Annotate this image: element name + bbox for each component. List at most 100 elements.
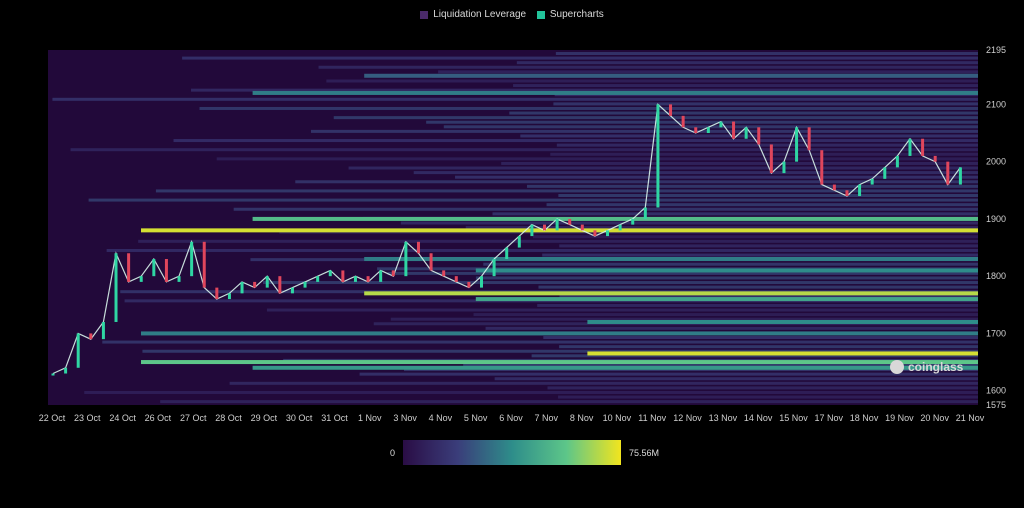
price-candle	[757, 127, 761, 145]
x-tick-label: 20 Nov	[920, 413, 949, 423]
heat-row	[138, 239, 979, 243]
heat-row	[473, 313, 978, 317]
heat-row	[400, 221, 978, 225]
price-candle	[227, 293, 231, 300]
price-candle	[706, 127, 710, 134]
heat-row	[295, 180, 978, 184]
price-candle	[101, 321, 105, 340]
liquidation-band	[141, 228, 978, 233]
x-tick-label: 14 Nov	[744, 413, 773, 423]
heat-row	[485, 326, 978, 330]
x-tick-label: 19 Nov	[885, 413, 914, 423]
heat-row	[543, 336, 978, 340]
heat-row	[559, 244, 978, 248]
heat-row	[455, 175, 978, 179]
price-candle	[580, 224, 584, 231]
price-candle	[215, 287, 219, 300]
price-candle	[694, 127, 698, 134]
heat-row	[537, 303, 978, 307]
x-tick-label: 23 Oct	[74, 413, 101, 423]
price-candle	[341, 270, 345, 282]
heat-row	[533, 235, 978, 239]
price-candle	[656, 104, 660, 208]
price-candle	[832, 184, 836, 191]
heat-row	[547, 386, 978, 390]
price-candle	[870, 178, 874, 185]
liquidation-heatmap-chart: 2195 2100 2000 1900 1800 1700 1600 1575 22 Oct 23…	[39, 45, 1006, 423]
price-candle	[492, 258, 496, 277]
price-candle	[202, 241, 206, 288]
heat-row	[483, 262, 978, 266]
heat-row	[546, 203, 978, 207]
price-candle	[631, 218, 635, 225]
x-tick-label: 7 Nov	[535, 413, 559, 423]
heat-row	[326, 79, 978, 83]
liquidation-band	[141, 331, 978, 336]
liquidation-band	[475, 297, 978, 302]
x-tick-label: 4 Nov	[429, 413, 453, 423]
x-tick-label: 5 Nov	[464, 413, 488, 423]
heat-row	[542, 253, 978, 257]
heat-row	[558, 194, 978, 198]
price-candle	[76, 333, 80, 368]
price-candle	[958, 167, 962, 185]
heat-row	[538, 285, 978, 289]
price-candle	[807, 127, 811, 151]
price-candle	[946, 161, 950, 185]
price-candle	[303, 281, 307, 288]
price-candle	[454, 276, 458, 282]
heat-row	[262, 281, 979, 285]
price-candle	[795, 127, 799, 162]
heat-row	[155, 189, 978, 193]
y-tick-label: 2000	[986, 157, 1006, 167]
heat-row	[216, 157, 978, 161]
x-tick-label: 21 Nov	[956, 413, 985, 423]
heat-row	[266, 308, 978, 312]
price-candle	[240, 281, 244, 294]
price-candle	[253, 281, 257, 288]
price-candle	[442, 270, 446, 277]
price-candle	[89, 333, 93, 340]
price-candle	[505, 247, 509, 259]
price-candle	[177, 276, 181, 282]
heat-row	[229, 381, 978, 385]
x-tick-label: 18 Nov	[850, 413, 879, 423]
price-candle	[820, 150, 824, 185]
x-tick-label: 3 Nov	[393, 413, 417, 423]
price-candle	[568, 218, 572, 225]
heat-row	[318, 65, 979, 69]
price-candle	[328, 270, 332, 277]
heat-row	[106, 248, 978, 252]
price-candle	[139, 276, 143, 282]
x-tick-label: 30 Oct	[286, 413, 313, 423]
price-candle	[669, 104, 673, 116]
price-candle	[152, 258, 156, 277]
y-tick-label: 2100	[986, 99, 1006, 109]
heat-row	[438, 70, 978, 74]
price-candle	[127, 253, 131, 282]
price-candle	[164, 258, 168, 282]
price-candle	[51, 373, 55, 376]
price-candle	[265, 276, 269, 288]
watermark-text: coinglass	[908, 360, 964, 374]
heat-row	[160, 400, 978, 404]
price-candle	[479, 276, 483, 288]
heat-row	[84, 390, 979, 394]
heat-row	[182, 56, 978, 60]
price-candle	[366, 276, 370, 282]
liquidation-band	[252, 90, 979, 95]
x-tick-label: 15 Nov	[779, 413, 808, 423]
price-candle	[543, 224, 547, 231]
color-scale-bar	[403, 440, 621, 465]
price-candle	[921, 138, 925, 156]
x-tick-label: 12 Nov	[673, 413, 702, 423]
heat-row	[233, 207, 979, 211]
price-candle	[555, 218, 559, 231]
price-candle	[895, 155, 899, 168]
price-candle	[618, 224, 622, 231]
heat-row	[513, 84, 978, 88]
y-tick-label: 1900	[986, 214, 1006, 224]
liquidation-band	[364, 291, 978, 296]
price-candle	[643, 207, 647, 219]
x-tick-label: 27 Oct	[180, 413, 207, 423]
